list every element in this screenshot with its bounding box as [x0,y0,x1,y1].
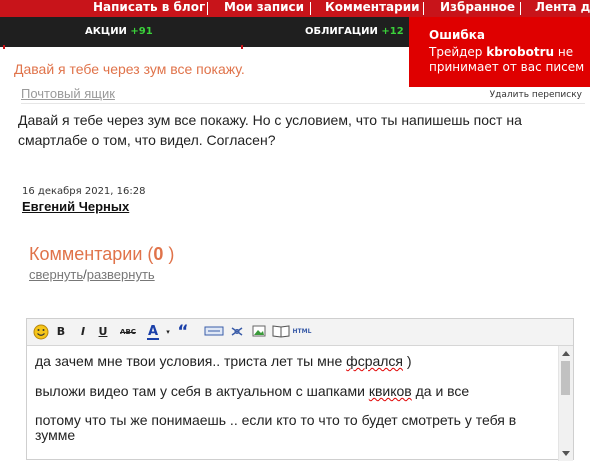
nav-friends-feed[interactable]: Лента др [535,0,590,17]
text-line: выложи видео там у себя в актуальном с ш… [35,383,469,399]
text-segment: да и все [411,383,470,399]
editor-scrollbar[interactable] [558,346,573,461]
scrollbar-thumb[interactable] [561,361,570,395]
message-date: 16 декабря 2021, 16:28 [22,186,146,197]
market-stocks-change: +91 [130,26,153,37]
nav-favorites[interactable]: Избранное [440,0,515,17]
comments-heading-end: ) [163,244,175,264]
message-subject: Давай я тебе через зум все покажу. [14,61,245,77]
market-stocks-label: АКЦИИ [85,26,127,37]
book-icon[interactable] [271,324,291,340]
market-bonds-label: ОБЛИГАЦИИ [305,26,378,37]
chevron-down-icon[interactable]: ▾ [164,324,172,340]
comments-heading: Комментарии (0 ) [29,244,174,265]
error-title: Ошибка [429,28,485,42]
strikethrough-button[interactable]: ABC [117,324,139,340]
collapse-link[interactable]: свернуть [29,267,83,282]
text-line: да зачем мне твои условия.. триста лет т… [35,353,412,369]
nav-write-blog[interactable]: Написать в блог [93,0,205,17]
error-message-prefix: Трейдер [429,45,483,59]
link-icon[interactable] [229,324,245,340]
image-icon[interactable] [252,324,266,340]
misspelled-word: фсрался [346,353,404,369]
error-message-user: kbrobotru [486,45,555,59]
editor-toolbar: B I U ABC A ▾ “ HTML [27,319,573,346]
divider [21,103,585,104]
nav-divider [520,2,521,15]
comments-count: 0 [153,244,164,264]
italic-button[interactable]: I [77,324,89,340]
underline-button[interactable]: U [97,324,109,340]
market-stocks-link[interactable]: АКЦИИ +91 [85,26,153,37]
comments-heading-label: Комментарии ( [29,244,154,264]
nav-divider [310,2,311,15]
nav-my-posts[interactable]: Мои записи [224,0,304,17]
text-color-button[interactable]: A [147,324,159,340]
comment-textarea[interactable]: да зачем мне твои условия.. триста лет т… [27,346,573,461]
nav-comments[interactable]: Комментарии [325,0,420,17]
message-author-link[interactable]: Евгений Черных [22,199,129,214]
text-segment: потому что ты же понимаешь .. если кто т… [35,412,517,428]
quote-button[interactable]: “ [177,324,189,341]
market-bar-marker [241,45,243,49]
code-icon[interactable] [203,324,225,340]
nav-divider [423,2,424,15]
top-nav: Написать в блог Мои записи Комментарии И… [0,0,590,17]
nav-divider [207,2,208,15]
message-body: Давай я тебе через зум все покажу. Но с … [18,112,522,148]
misspelled-word: квиков [368,383,412,399]
text-line: зумме [35,427,75,443]
expand-link[interactable]: развернуть [87,267,155,282]
error-popup: Ошибка Трейдер kbrobotru не принимает от… [409,17,590,87]
error-message: Трейдер kbrobotru не принимает от вас пи… [429,45,590,75]
delete-conversation-link[interactable]: Удалить переписку [490,90,582,100]
scroll-up-icon[interactable] [562,351,570,356]
market-bonds-change: +12 [381,26,404,37]
bold-button[interactable]: B [55,324,67,340]
comment-editor: B I U ABC A ▾ “ HTML да зачем мне твои у… [26,318,574,461]
text-segment: зумме [35,427,76,443]
html-button[interactable]: HTML [292,324,312,340]
smiley-icon[interactable] [33,324,49,340]
text-segment: да зачем мне твои условия.. триста лет т… [35,353,347,369]
market-bonds-link[interactable]: ОБЛИГАЦИИ +12 [305,26,404,37]
text-line: потому что ты же понимаешь .. если кто т… [35,412,516,428]
market-bar-marker [3,45,5,49]
comments-toggle: свернуть/развернуть [29,267,155,282]
text-segment: выложи видео там у себя в актуальном с ш… [35,383,369,399]
text-segment: ) [403,353,412,369]
mailbox-link[interactable]: Почтовый ящик [21,86,115,101]
scroll-down-icon[interactable] [562,451,570,456]
